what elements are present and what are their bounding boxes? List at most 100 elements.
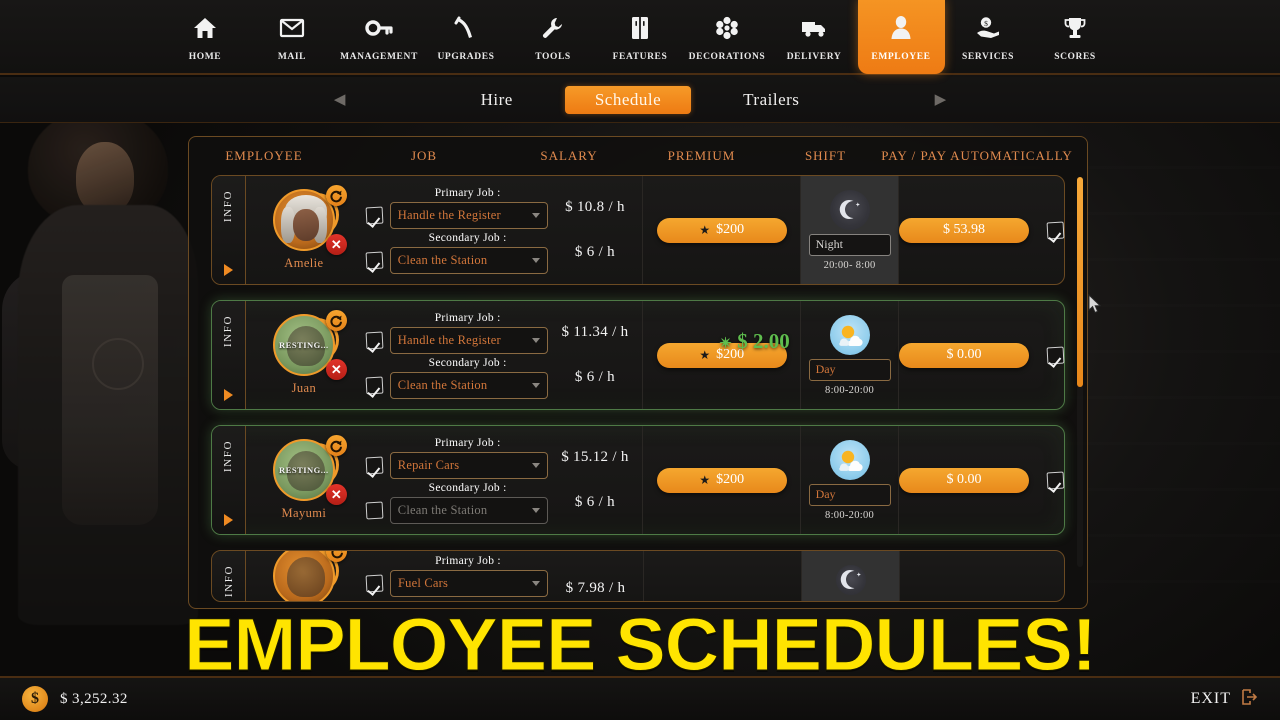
nav-item-scores[interactable]: SCORES bbox=[1032, 0, 1119, 75]
refresh-icon[interactable] bbox=[325, 185, 347, 206]
secondary-job-checkbox[interactable] bbox=[365, 251, 384, 269]
truck-icon bbox=[799, 13, 829, 43]
secondary-job-value: Clean the Station bbox=[397, 502, 488, 517]
tab-trailers[interactable]: Trailers bbox=[725, 86, 817, 114]
nav-item-label: FEATURES bbox=[612, 52, 668, 62]
nav-item-management[interactable]: MANAGEMENT bbox=[336, 0, 423, 75]
shift-value: Night bbox=[815, 237, 843, 251]
primary-job-select[interactable]: Repair Cars bbox=[389, 451, 548, 479]
chevron-down-icon bbox=[531, 507, 540, 513]
prev-tab-arrow[interactable]: ◀ bbox=[327, 87, 353, 113]
premium-button[interactable]: ★ $200 bbox=[656, 342, 787, 368]
pay-cell: $ 0.00 bbox=[899, 426, 1065, 534]
nav-item-tools[interactable]: TOOLS bbox=[510, 0, 597, 75]
primary-job-checkbox[interactable] bbox=[365, 331, 384, 349]
close-icon[interactable]: ✕ bbox=[325, 359, 347, 380]
exit-button[interactable]: EXIT bbox=[1191, 688, 1258, 711]
avatar[interactable] bbox=[273, 551, 335, 601]
nav-item-decorations[interactable]: DECORATIONS bbox=[684, 0, 771, 75]
sub-tab-bar: ◀ Hire Schedule Trailers ▶ bbox=[0, 77, 1280, 123]
job-cell: Primary Job : Repair Cars Secondary Job : C… bbox=[362, 426, 548, 534]
exit-label: EXIT bbox=[1190, 690, 1231, 707]
resting-status: RESTING... bbox=[279, 465, 329, 475]
refresh-icon[interactable] bbox=[325, 435, 347, 456]
nav-item-delivery[interactable]: DELIVERY bbox=[771, 0, 858, 75]
info-tab-button[interactable]: INFO bbox=[212, 301, 246, 409]
refresh-icon[interactable] bbox=[325, 310, 347, 331]
money-display: $ $ 3,252.32 bbox=[22, 686, 128, 712]
nav-item-features[interactable]: FEATURES bbox=[597, 0, 684, 75]
scrollbar-thumb[interactable] bbox=[1077, 177, 1083, 387]
shift-cell bbox=[802, 551, 900, 601]
salary-cell: $ 7.98 / h bbox=[548, 551, 644, 601]
info-tab-button[interactable]: INFO bbox=[212, 426, 246, 534]
chevron-down-icon bbox=[531, 337, 540, 343]
pay-cell bbox=[900, 551, 1064, 601]
secondary-salary: $ 6 / h bbox=[574, 494, 615, 510]
auto-pay-checkbox[interactable] bbox=[1046, 346, 1065, 364]
close-icon[interactable]: ✕ bbox=[325, 234, 347, 255]
star-icon: ★ bbox=[699, 472, 711, 487]
info-tab-label: INFO bbox=[222, 190, 235, 223]
table-column-headers: EMPLOYEE JOB SALARY PREMIUM SHIFT PAY / … bbox=[189, 137, 1087, 175]
expand-arrow-icon[interactable] bbox=[223, 389, 233, 401]
nav-item-upgrades[interactable]: UPGRADES bbox=[423, 0, 510, 75]
secondary-job-label: Secondary Job : bbox=[428, 356, 507, 369]
secondary-job-select[interactable]: Clean the Station bbox=[389, 496, 548, 524]
employee-name: Amelie bbox=[284, 256, 324, 270]
pay-button[interactable]: $ 53.98 bbox=[899, 217, 1029, 243]
info-tab-button[interactable]: INFO bbox=[212, 176, 246, 284]
next-tab-arrow[interactable]: ▶ bbox=[927, 87, 953, 113]
secondary-job-row: Clean the Station bbox=[365, 371, 548, 399]
nav-item-label: DELIVERY bbox=[786, 52, 842, 62]
game-screen: HOME MAIL MANAGEMENT UPGRADES TOOLS FEATURES D… bbox=[0, 0, 1280, 720]
exit-icon bbox=[1240, 688, 1258, 711]
premium-value: $200 bbox=[716, 472, 745, 487]
moon-icon bbox=[829, 189, 870, 230]
nav-item-mail[interactable]: MAIL bbox=[249, 0, 336, 75]
shift-hours: 8:00-20:00 bbox=[825, 509, 875, 521]
chevron-down-icon bbox=[531, 462, 540, 468]
shift-select[interactable]: Day bbox=[808, 358, 891, 381]
close-icon[interactable]: ✕ bbox=[325, 484, 347, 505]
character-apron-badge bbox=[92, 338, 144, 390]
primary-job-checkbox[interactable] bbox=[365, 206, 384, 224]
avatar-wrapper: ✕ bbox=[272, 185, 347, 255]
primary-job-select[interactable]: Handle the Register bbox=[389, 326, 548, 354]
character-body bbox=[18, 205, 198, 625]
mail-icon bbox=[277, 13, 307, 43]
fridge-icon bbox=[625, 13, 655, 43]
nav-item-employee[interactable]: EMPLOYEE bbox=[857, 0, 945, 74]
primary-job-checkbox[interactable] bbox=[365, 456, 384, 474]
premium-button[interactable]: ★ $200 bbox=[656, 217, 787, 243]
nav-item-services[interactable]: $ SERVICES bbox=[945, 0, 1032, 75]
auto-pay-checkbox[interactable] bbox=[1046, 221, 1065, 239]
secondary-job-select[interactable]: Clean the Station bbox=[389, 371, 548, 399]
mouse-cursor bbox=[1088, 293, 1102, 319]
secondary-job-select[interactable]: Clean the Station bbox=[389, 246, 548, 274]
pay-button[interactable]: $ 0.00 bbox=[899, 342, 1029, 368]
primary-job-row: Handle the Register bbox=[365, 326, 548, 354]
primary-job-select[interactable]: Fuel Cars bbox=[390, 570, 548, 597]
expand-arrow-icon[interactable] bbox=[223, 264, 233, 276]
secondary-job-row: Clean the Station bbox=[365, 246, 548, 274]
premium-button[interactable]: ★ $200 bbox=[656, 467, 787, 493]
info-tab-button[interactable]: INFO bbox=[212, 551, 246, 601]
avatar-portrait bbox=[287, 557, 325, 597]
secondary-job-checkbox[interactable] bbox=[365, 501, 384, 519]
shift-select[interactable]: Night bbox=[808, 233, 891, 256]
avatar-wrapper: RESTING... ✕ bbox=[272, 435, 347, 505]
primary-job-label: Primary Job : bbox=[435, 555, 501, 567]
pay-button[interactable]: $ 0.00 bbox=[899, 467, 1029, 493]
auto-pay-checkbox[interactable] bbox=[1046, 471, 1065, 489]
primary-job-select[interactable]: Handle the Register bbox=[389, 201, 548, 229]
expand-arrow-icon[interactable] bbox=[223, 514, 233, 526]
tab-hire[interactable]: Hire bbox=[463, 86, 531, 114]
nav-item-home[interactable]: HOME bbox=[162, 0, 249, 75]
primary-job-checkbox[interactable] bbox=[365, 574, 384, 593]
secondary-job-checkbox[interactable] bbox=[365, 376, 384, 394]
vertical-scrollbar[interactable] bbox=[1077, 177, 1083, 567]
nav-item-label: MAIL bbox=[277, 52, 307, 62]
shift-select[interactable]: Day bbox=[808, 483, 891, 506]
tab-schedule[interactable]: Schedule bbox=[564, 85, 692, 114]
